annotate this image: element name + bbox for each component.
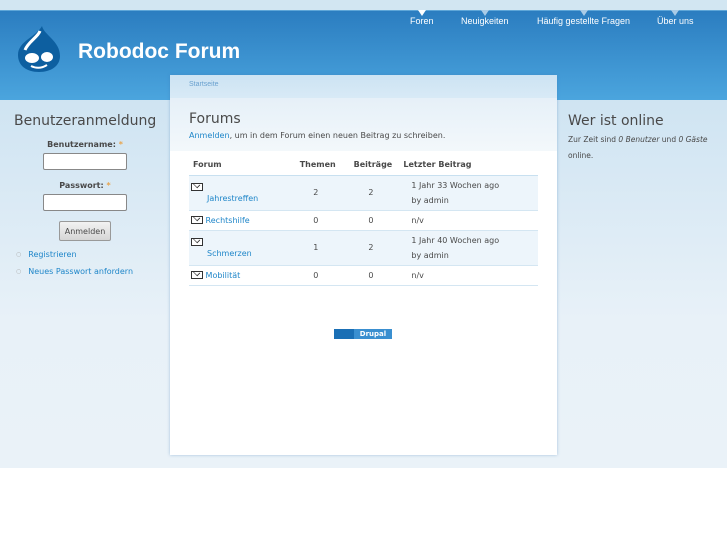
list-item: Neues Passwort anfordern: [16, 263, 170, 280]
nav-neuigkeiten[interactable]: Neuigkeiten: [461, 10, 509, 26]
col-forum: Forum: [189, 155, 289, 176]
login-hint-text: , um in dem Forum einen neuen Beitrag zu…: [229, 131, 446, 140]
nav-foren[interactable]: Foren: [410, 10, 434, 26]
table-row: Jahrestreffen 2 2 1 Jahr 33 Wochen ago by…: [189, 175, 538, 211]
posts-count: 0: [342, 265, 400, 286]
site-name[interactable]: Robodoc Forum: [78, 40, 240, 64]
topics-count: 0: [289, 210, 343, 231]
login-button[interactable]: Anmelden: [59, 221, 111, 241]
nav-indicator-icon: [480, 10, 489, 16]
breadcrumb-home[interactable]: Startseite: [189, 81, 219, 88]
last-post-time: 1 Jahr 33 Wochen ago: [411, 180, 500, 190]
last-post-author: by admin: [411, 195, 449, 205]
col-letzter-beitrag: Letzter Beitrag: [399, 155, 538, 176]
envelope-icon: [191, 270, 203, 279]
list-item: Registrieren: [16, 246, 170, 263]
last-post-time: n/v: [399, 265, 538, 286]
password-input[interactable]: [43, 194, 127, 211]
login-title: Benutzeranmeldung: [14, 113, 157, 129]
online-title: Wer ist online: [568, 113, 664, 129]
last-post-time: 1 Jahr 40 Wochen ago: [411, 235, 500, 245]
powered-by-drupal-badge[interactable]: Drupal: [334, 329, 392, 339]
login-hint: Anmelden, um in dem Forum einen neuen Be…: [189, 131, 538, 140]
forum-link[interactable]: Mobilität: [206, 271, 241, 280]
last-post-author: by admin: [411, 250, 449, 260]
posts-count: 0: [342, 210, 400, 231]
new-password-link[interactable]: Neues Passwort anfordern: [28, 267, 133, 276]
online-text-1: Zur Zeit sind: [568, 135, 619, 144]
required-marker: *: [106, 181, 111, 190]
login-link[interactable]: Anmelden: [189, 131, 230, 140]
nav-label: Häufig gestellte Fragen: [537, 16, 631, 26]
topics-count: 0: [289, 265, 343, 286]
envelope-icon: [191, 237, 203, 246]
table-header: Forum Themen Beiträge Letzter Beitrag: [189, 155, 538, 176]
drupal-drop-icon: [334, 329, 354, 339]
envelope-icon: [191, 182, 203, 191]
forum-header: Forums Anmelden, um in dem Forum einen n…: [170, 98, 557, 151]
top-bar: [0, 0, 727, 10]
online-text-2: und: [659, 135, 679, 144]
username-label: Benutzername: *: [0, 140, 170, 149]
required-marker: *: [118, 140, 123, 149]
forum-link[interactable]: Schmerzen: [207, 249, 252, 258]
table-row: Rechtshilfe 0 0 n/v: [189, 210, 538, 231]
breadcrumb: Startseite: [170, 75, 557, 98]
who-is-online-block: Wer ist online Zur Zeit sind 0 Benutzer …: [557, 100, 727, 164]
login-links: Registrieren Neues Passwort anfordern: [16, 246, 170, 280]
drupal-badge-label: Drupal: [354, 329, 392, 339]
online-guests: 0 Gäste: [678, 135, 708, 144]
posts-count: 2: [342, 230, 400, 266]
col-themen: Themen: [289, 155, 343, 176]
nav-label: Über uns: [657, 16, 694, 26]
nav-ueber-uns[interactable]: Über uns: [657, 10, 694, 26]
username-input[interactable]: [43, 153, 127, 170]
topics-count: 2: [289, 175, 343, 211]
nav-indicator-icon: [671, 10, 680, 16]
nav-faq[interactable]: Häufig gestellte Fragen: [537, 10, 631, 26]
username-label-text: Benutzername:: [47, 140, 116, 149]
table-row: Schmerzen 1 2 1 Jahr 40 Wochen ago by adm…: [189, 230, 538, 266]
login-block: Benutzeranmeldung Benutzername: * Passwo…: [0, 100, 170, 280]
online-text-3: online.: [568, 151, 594, 160]
main-content: Startseite Forums Anmelden, um in dem Fo…: [170, 75, 557, 455]
table-row: Mobilität 0 0 n/v: [189, 265, 538, 286]
nav-label: Foren: [410, 16, 434, 26]
forum-link[interactable]: Jahrestreffen: [207, 194, 258, 203]
col-beitraege: Beiträge: [342, 155, 400, 176]
password-label: Passwort: *: [0, 181, 170, 190]
nav-indicator-icon: [417, 10, 426, 16]
drupal-logo-icon[interactable]: [16, 25, 62, 73]
register-link[interactable]: Registrieren: [28, 250, 76, 259]
envelope-icon: [191, 215, 203, 224]
topics-count: 1: [289, 230, 343, 266]
nav-label: Neuigkeiten: [461, 16, 509, 26]
forum-link[interactable]: Rechtshilfe: [206, 216, 250, 225]
nav-indicator-icon: [579, 10, 588, 16]
password-label-text: Passwort:: [59, 181, 104, 190]
forum-table: Forum Themen Beiträge Letzter Beitrag Ja…: [189, 155, 538, 286]
page-title: Forums: [189, 111, 241, 127]
online-users: 0 Benutzer: [618, 135, 660, 144]
posts-count: 2: [342, 175, 400, 211]
online-text: Zur Zeit sind 0 Benutzer und 0 Gäste onl…: [568, 132, 708, 164]
last-post-time: n/v: [399, 210, 538, 231]
